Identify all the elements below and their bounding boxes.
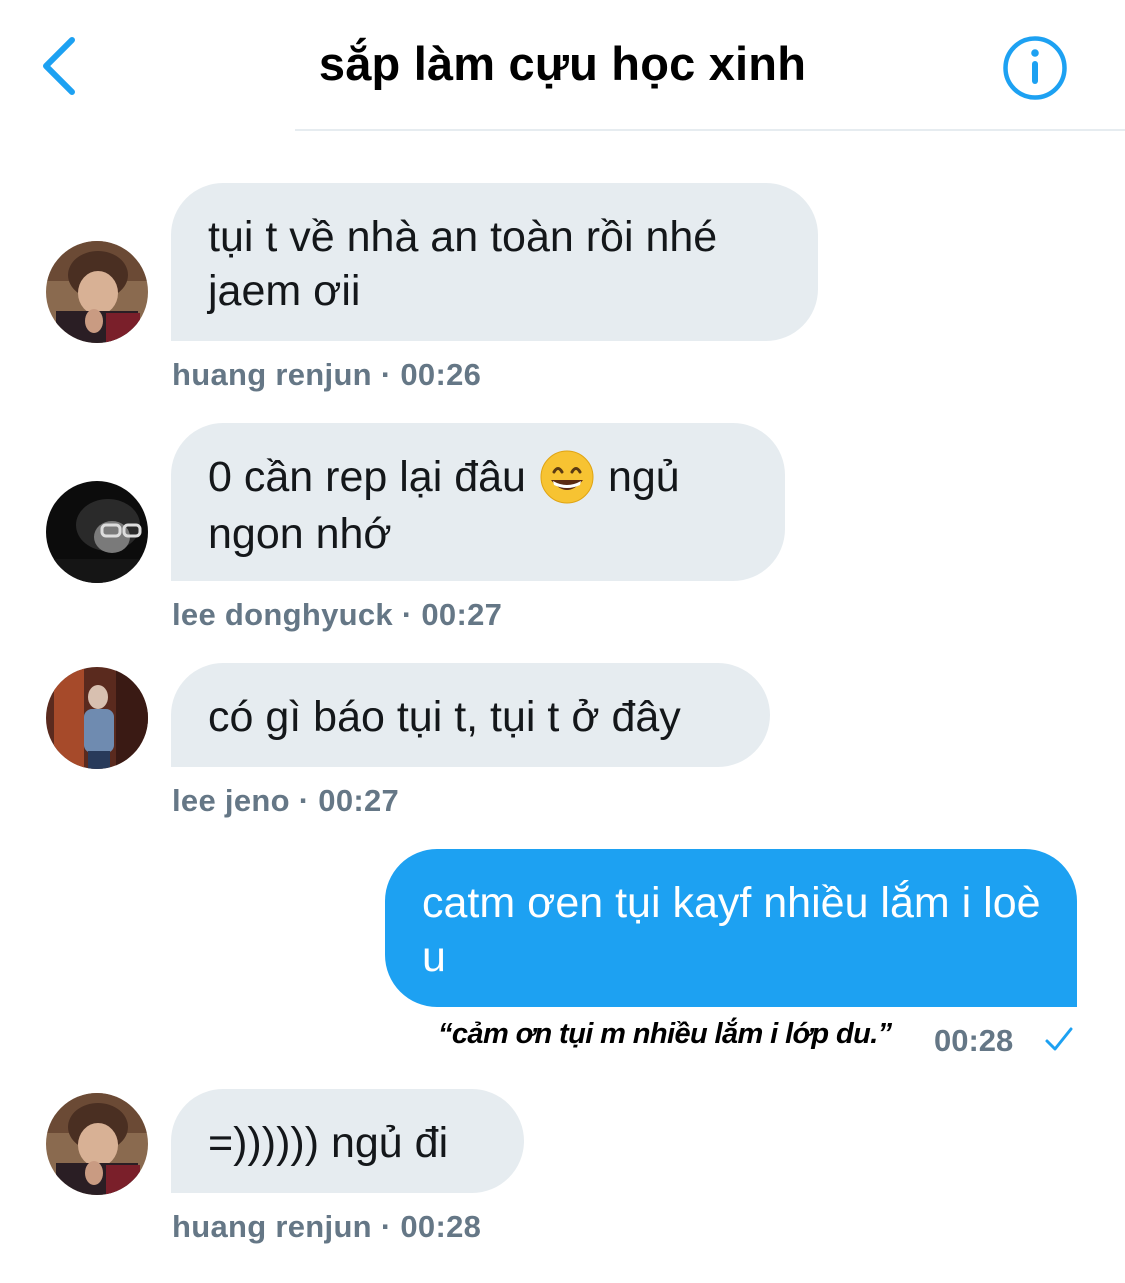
grinning-face-emoji — [540, 450, 594, 504]
header-divider — [295, 129, 1125, 131]
conversation-header: sắp làm cựu học xinh — [0, 0, 1125, 132]
message-text: catm ơen tụi kayf nhiều lắm i loè u — [422, 879, 1041, 981]
message-text: =)))))) ngủ đi — [208, 1119, 449, 1167]
avatar-huang-renjun[interactable] — [46, 1093, 148, 1195]
message-bubble[interactable]: =)))))) ngủ đi — [171, 1089, 524, 1193]
message-text-part: 0 cần rep lại đâu — [208, 453, 526, 501]
avatar-lee-donghyuck[interactable] — [46, 481, 148, 583]
message-time: 00:28 — [934, 1023, 1014, 1058]
avatar-lee-jeno[interactable] — [46, 667, 148, 769]
message-bubble[interactable]: 0 cần rep lại đâu ngủ ngon nhớ — [171, 423, 785, 581]
message-bubble[interactable]: tụi t về nhà an toàn rồi nhé jaem ơii — [171, 183, 818, 341]
conversation-title: sắp làm cựu học xinh — [318, 37, 807, 90]
message-caption: “cảm ơn tụi m nhiều lắm i lớp du.” — [438, 1018, 892, 1050]
message-meta: lee donghyuck · 00:27 — [172, 597, 503, 632]
checkmark-icon — [1045, 1027, 1073, 1051]
message-text: có gì báo tụi t, tụi t ở đây — [208, 693, 681, 741]
outgoing-message-bubble[interactable]: catm ơen tụi kayf nhiều lắm i loè u — [385, 849, 1077, 1007]
avatar-huang-renjun[interactable] — [46, 241, 148, 343]
message-meta: huang renjun · 00:28 — [172, 1209, 482, 1244]
message-meta: lee jeno · 00:27 — [172, 783, 400, 818]
message-text: tụi t về nhà an toàn rồi nhé jaem ơii — [208, 213, 718, 315]
info-button[interactable] — [1002, 35, 1068, 101]
message-meta: huang renjun · 00:26 — [172, 357, 482, 392]
info-circle-icon — [1003, 36, 1067, 100]
message-bubble[interactable]: có gì báo tụi t, tụi t ở đây — [171, 663, 770, 767]
